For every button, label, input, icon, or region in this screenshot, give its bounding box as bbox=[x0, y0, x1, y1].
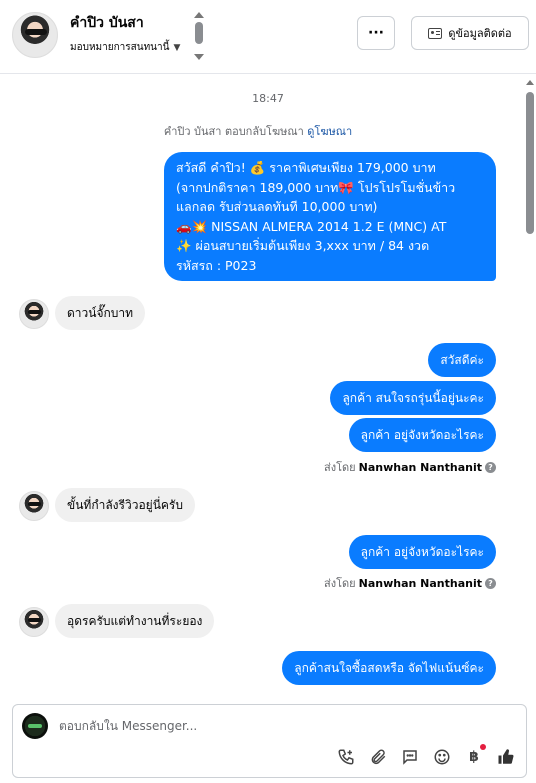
incoming-message-bubble[interactable]: อุดรครับแต่ทำงานที่ระยอง bbox=[55, 604, 215, 638]
attachment-icon[interactable] bbox=[368, 747, 388, 767]
thumbs-up-icon[interactable] bbox=[496, 747, 516, 767]
header-scroll-control[interactable] bbox=[194, 12, 204, 60]
promo-message-bubble[interactable]: สวัสดี คำปิว! 💰 ราคาพิเศษเพียง 179,000 บ… bbox=[164, 152, 496, 281]
more-options-button[interactable]: ··· bbox=[357, 16, 395, 50]
help-icon[interactable]: ? bbox=[485, 577, 496, 589]
sent-by-label: ส่งโดย Nanwhan Nanthanit ? bbox=[324, 574, 496, 592]
outgoing-message-bubble[interactable]: ลูกค้า อยู่จังหวัดอะไรคะ bbox=[348, 418, 496, 452]
caret-down-icon: ▼ bbox=[173, 42, 181, 53]
message-composer: ฿ bbox=[12, 704, 527, 778]
baht-symbol: ฿ bbox=[469, 749, 479, 765]
help-icon[interactable]: ? bbox=[485, 461, 496, 473]
thread-scrollbar[interactable] bbox=[525, 76, 535, 688]
view-ad-link[interactable]: ดูโฆษณา bbox=[307, 125, 352, 138]
ad-reply-notice: คำปิว บันสา ตอบกลับโฆษณา ดูโฆษณา bbox=[0, 122, 516, 140]
sender-name: Nanwhan Nanthanit bbox=[358, 460, 482, 474]
conversation-header: คำปิว บันสา มอบหมายการสนทนานี้ ▼ ··· ดูข… bbox=[0, 0, 536, 74]
ad-reply-text: คำปิว บันสา ตอบกลับโฆษณา bbox=[163, 125, 304, 138]
contact-card-icon bbox=[428, 27, 443, 39]
add-call-icon[interactable] bbox=[336, 747, 356, 767]
view-contact-label: ดูข้อมูลติดต่อ bbox=[448, 27, 512, 40]
customer-avatar-small bbox=[19, 607, 49, 637]
assign-label: มอบหมายการสนทนานี้ bbox=[70, 42, 170, 53]
assign-conversation-dropdown[interactable]: มอบหมายการสนทนานี้ ▼ bbox=[70, 40, 180, 55]
sent-by-prefix: ส่งโดย bbox=[324, 577, 356, 590]
promo-line: สวัสดี คำปิว! 💰 ราคาพิเศษเพียง 179,000 บ… bbox=[176, 160, 436, 175]
promo-line: (จากปกติราคา 189,000 บาท🎀 โปรโปรโมชั่นข้… bbox=[176, 179, 456, 195]
promo-line: รหัสรถ : P023 bbox=[176, 257, 257, 273]
incoming-message-bubble[interactable]: ขั้นที่กำลังรีวิวอยู่นี่ครับ bbox=[55, 488, 195, 522]
saved-replies-icon[interactable] bbox=[400, 747, 420, 767]
page-avatar bbox=[22, 713, 48, 739]
composer-toolbar: ฿ bbox=[336, 744, 516, 767]
emoji-icon[interactable] bbox=[432, 747, 452, 767]
customer-avatar-small bbox=[19, 299, 49, 329]
payment-icon[interactable]: ฿ bbox=[464, 744, 486, 767]
view-contact-button[interactable]: ดูข้อมูลติดต่อ bbox=[411, 16, 529, 50]
thread-scrollbar-thumb[interactable] bbox=[526, 92, 534, 234]
customer-avatar[interactable] bbox=[12, 12, 58, 58]
message-thread[interactable]: 18:47 คำปิว บันสา ตอบกลับโฆษณา ดูโฆษณา ส… bbox=[0, 75, 536, 690]
reply-input[interactable] bbox=[59, 715, 499, 737]
sent-by-prefix: ส่งโดย bbox=[324, 461, 356, 474]
scroll-up-icon[interactable] bbox=[526, 80, 534, 85]
notification-dot bbox=[480, 744, 486, 750]
sender-name: Nanwhan Nanthanit bbox=[358, 576, 482, 590]
scroll-up-icon[interactable] bbox=[194, 12, 204, 18]
incoming-message-bubble[interactable]: ดาวน์จั๊กบาท bbox=[55, 296, 146, 330]
timestamp-divider: 18:47 bbox=[252, 92, 284, 105]
promo-line: แลกลด รับส่วนลดทันที 10,000 บาท) bbox=[176, 199, 378, 214]
promo-line: 🚗💥 NISSAN ALMERA 2014 1.2 E (MNC) AT bbox=[176, 218, 447, 234]
scroll-down-icon[interactable] bbox=[194, 54, 204, 60]
outgoing-message-bubble[interactable]: ลูกค้า สนใจรถรุ่นนี้อยู่นะคะ bbox=[330, 381, 496, 415]
customer-avatar-small bbox=[19, 491, 49, 521]
outgoing-message-bubble[interactable]: ลูกค้า อยู่จังหวัดอะไรคะ bbox=[348, 535, 496, 569]
header-scrollbar-thumb[interactable] bbox=[195, 22, 203, 44]
sent-by-label: ส่งโดย Nanwhan Nanthanit ? bbox=[324, 458, 496, 476]
promo-line: ✨ ผ่อนสบายเริ่มต้นเพียง 3,xxx บาท / 84 ง… bbox=[176, 238, 430, 253]
outgoing-message-bubble[interactable]: สวัสดีค่ะ bbox=[428, 343, 496, 377]
more-options-label: ··· bbox=[368, 25, 384, 41]
outgoing-message-bubble[interactable]: ลูกค้าสนใจซื้อสดหรือ จัดไฟแน้นซ์คะ bbox=[282, 651, 496, 685]
customer-name[interactable]: คำปิว บันสา bbox=[70, 12, 144, 34]
